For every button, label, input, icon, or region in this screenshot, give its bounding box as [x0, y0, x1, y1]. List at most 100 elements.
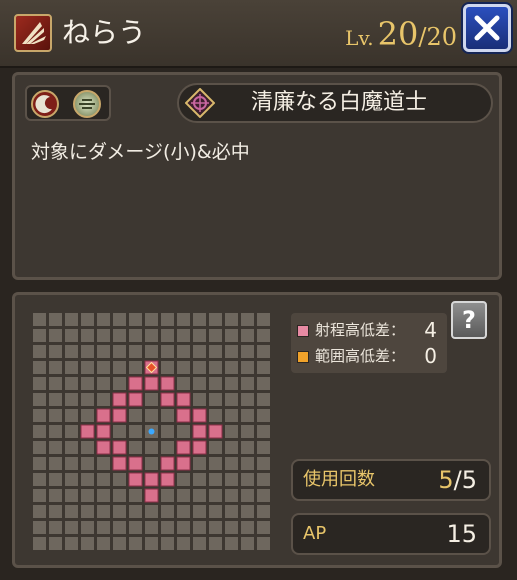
uses-current: 5	[438, 466, 454, 494]
range-cell	[129, 329, 142, 342]
range-cell	[33, 489, 46, 502]
page-title: ねらう	[62, 16, 147, 49]
range-cell	[209, 361, 222, 374]
range-cell-hit	[160, 376, 175, 391]
height-legend: 射程高低差： 4 範囲高低差： 0	[291, 313, 447, 373]
range-cell	[225, 329, 238, 342]
help-button[interactable]: ?	[451, 301, 487, 339]
range-cell	[177, 425, 190, 438]
ability-level: Lv. 20/20	[345, 12, 457, 56]
range-cell	[97, 489, 110, 502]
range-cell	[177, 473, 190, 486]
range-cell-hit	[176, 440, 191, 455]
area-height-label: 範囲高低差：	[315, 347, 406, 365]
range-cell	[225, 361, 238, 374]
range-cell	[225, 521, 238, 534]
range-cell	[49, 329, 62, 342]
range-cell	[161, 409, 174, 422]
range-cell-hit	[112, 392, 127, 407]
range-cell-hit	[192, 424, 207, 439]
range-height-label: 射程高低差：	[315, 321, 406, 339]
range-cell	[81, 457, 94, 470]
range-cell	[193, 505, 206, 518]
range-cell	[65, 361, 78, 374]
range-cell	[33, 521, 46, 534]
range-cell	[145, 313, 158, 326]
range-cell	[241, 393, 254, 406]
white-mage-emblem-icon	[184, 87, 216, 119]
uses-stat: 使用回数 5/5	[291, 459, 491, 501]
range-cell	[225, 537, 238, 550]
range-cell-hit	[144, 376, 159, 391]
range-cell-hit	[80, 424, 95, 439]
range-cell	[257, 393, 270, 406]
range-cell	[81, 537, 94, 550]
range-cell	[193, 489, 206, 502]
range-cell	[177, 537, 190, 550]
range-cell-hit	[144, 472, 159, 487]
ap-stat: AP 15	[291, 513, 491, 555]
range-cell	[81, 377, 94, 390]
range-cell	[209, 313, 222, 326]
range-height-row: 射程高低差： 4	[297, 317, 441, 343]
range-cell	[225, 505, 238, 518]
range-cell-hit	[160, 392, 175, 407]
range-height-swatch	[297, 324, 309, 337]
range-cell	[145, 409, 158, 422]
range-cell	[81, 521, 94, 534]
range-cell	[161, 537, 174, 550]
range-cell	[97, 521, 110, 534]
range-cell-hit	[144, 488, 159, 503]
range-cell	[33, 313, 46, 326]
range-cell-hit	[192, 440, 207, 455]
range-cell	[241, 441, 254, 454]
range-cell	[257, 521, 270, 534]
range-cell	[209, 345, 222, 358]
range-cell	[225, 377, 238, 390]
range-cell	[97, 393, 110, 406]
title-bar: ねらう Lv. 20/20	[0, 0, 517, 68]
range-cell	[257, 505, 270, 518]
range-cell	[65, 345, 78, 358]
range-cell	[193, 473, 206, 486]
range-cell-hit	[112, 456, 127, 471]
range-cell	[241, 521, 254, 534]
range-cell	[129, 521, 142, 534]
range-cell	[129, 313, 142, 326]
range-cell	[49, 425, 62, 438]
range-cell	[49, 441, 62, 454]
range-cell	[65, 473, 78, 486]
range-cell-hit	[176, 408, 191, 423]
range-height-value: 4	[424, 318, 437, 342]
range-cell	[177, 377, 190, 390]
range-cell	[49, 457, 62, 470]
range-cell	[257, 537, 270, 550]
range-cell	[257, 361, 270, 374]
range-cell	[113, 537, 126, 550]
weapon-type-icons	[25, 85, 111, 121]
range-cell	[33, 409, 46, 422]
range-cell	[113, 489, 126, 502]
range-cell	[177, 345, 190, 358]
range-cell	[33, 393, 46, 406]
range-cell	[177, 313, 190, 326]
range-map	[33, 313, 270, 550]
range-cell	[225, 441, 238, 454]
range-cell	[241, 425, 254, 438]
range-cell	[81, 345, 94, 358]
range-cell	[81, 441, 94, 454]
range-cell	[193, 361, 206, 374]
range-cell-hit	[208, 424, 223, 439]
range-cell	[49, 489, 62, 502]
close-button[interactable]	[463, 4, 511, 52]
range-cell	[81, 393, 94, 406]
ability-description: 対象にダメージ(小)&必中	[31, 141, 250, 163]
range-cell	[113, 473, 126, 486]
range-cell	[97, 505, 110, 518]
range-cell	[145, 457, 158, 470]
range-cell-hit	[112, 440, 127, 455]
range-cell	[129, 425, 142, 438]
range-cell	[161, 441, 174, 454]
range-cell	[49, 473, 62, 486]
range-cell	[161, 345, 174, 358]
